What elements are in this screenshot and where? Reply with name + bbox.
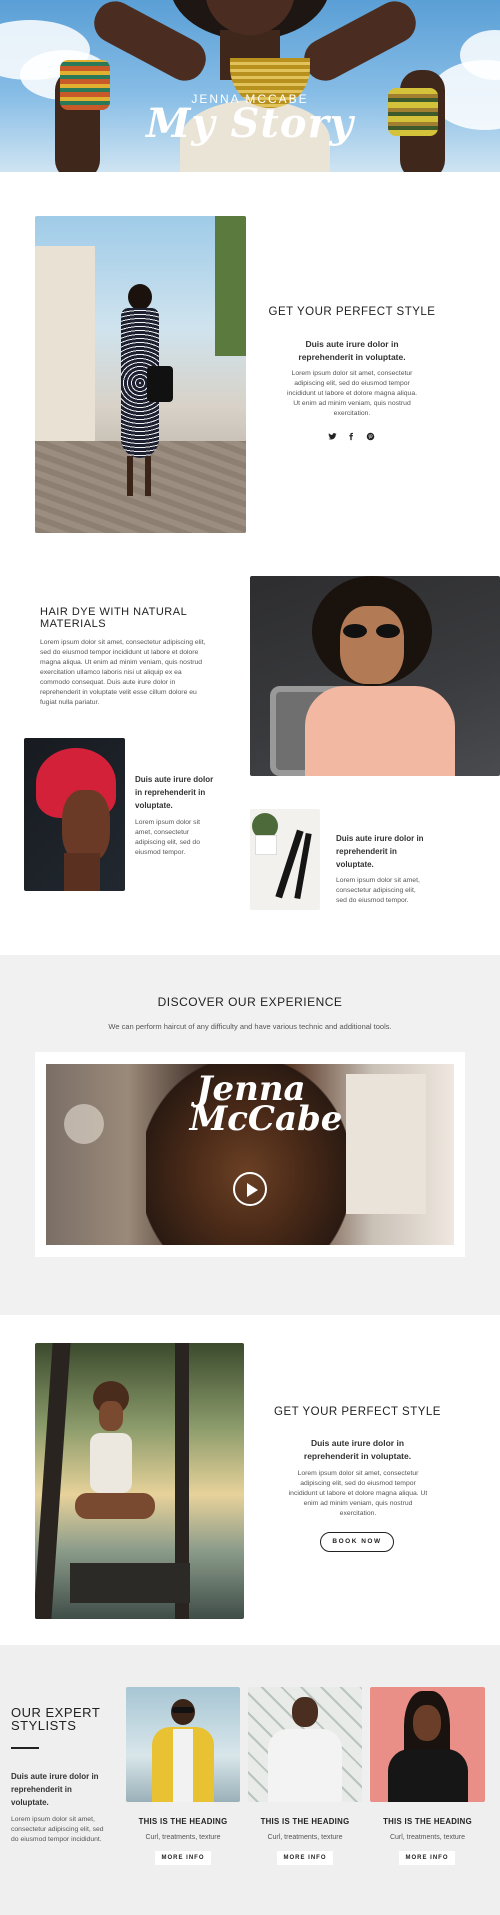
section-body: Lorem ipsum dolor sit amet, consectetur … xyxy=(287,370,417,417)
video-title-line: McCabe xyxy=(189,1099,343,1139)
stylists-lead: Duis aute irure dolor in reprehenderit i… xyxy=(11,1772,99,1807)
window-frame xyxy=(35,1343,71,1619)
stylist-specialties: Curl, treatments, texture xyxy=(267,1834,343,1841)
card-lead: Duis aute irure dolor in reprehenderit i… xyxy=(135,775,214,810)
stylist-specialties: Curl, treatments, texture xyxy=(145,1834,221,1841)
figure-neck xyxy=(64,853,100,891)
hero-title: My Story xyxy=(146,100,354,147)
figure-shirt xyxy=(173,1729,193,1802)
salon-light xyxy=(64,1104,104,1144)
stylist-heading: THIS IS THE HEADING xyxy=(138,1817,228,1826)
smiling-woman-photo xyxy=(250,576,500,776)
figure-face xyxy=(413,1705,441,1741)
figure-face xyxy=(62,790,110,862)
figure-leg xyxy=(145,456,151,496)
stylist-heading: THIS IS THE HEADING xyxy=(383,1817,472,1826)
play-icon[interactable] xyxy=(233,1172,267,1206)
more-info-button[interactable]: MORE INFO xyxy=(277,1851,333,1865)
figure-sweater xyxy=(305,686,455,776)
hero-banner: JENNA MCCABE My Story xyxy=(0,0,500,172)
woman-street-photo xyxy=(35,216,246,533)
section-heading: GET YOUR PERFECT STYLE xyxy=(274,1406,441,1418)
twitter-icon[interactable] xyxy=(325,431,339,445)
discover-heading: DISCOVER OUR EXPERIENCE xyxy=(157,995,343,1009)
video-title: Jenna McCabe xyxy=(146,1072,356,1139)
tree xyxy=(215,216,246,356)
pinterest-icon[interactable] xyxy=(363,431,377,445)
figure-tshirt xyxy=(388,1749,468,1802)
stylists-body: Lorem ipsum dolor sit amet, consectetur … xyxy=(11,1816,104,1843)
video-player[interactable]: Jenna McCabe xyxy=(46,1064,454,1245)
divider xyxy=(11,1747,39,1749)
salon-mirror xyxy=(346,1074,426,1214)
plant-pot xyxy=(255,835,277,855)
woman-window-photo xyxy=(35,1343,244,1619)
figure-leg xyxy=(127,456,133,496)
book-now-button[interactable]: BOOK NOW xyxy=(320,1532,394,1552)
section-heading: GET YOUR PERFECT STYLE xyxy=(268,306,436,318)
more-info-button[interactable]: MORE INFO xyxy=(399,1851,455,1865)
sunglasses xyxy=(376,624,400,638)
stylist-specialties: Curl, treatments, texture xyxy=(389,1834,466,1841)
sunglasses xyxy=(172,1707,194,1713)
figure-face xyxy=(292,1697,318,1727)
stylists-heading: OUR EXPERT STYLISTS xyxy=(11,1705,101,1733)
more-info-button[interactable]: MORE INFO xyxy=(155,1851,211,1865)
section-lead: Duis aute irure dolor in reprehenderit i… xyxy=(298,339,406,362)
handbag xyxy=(147,366,173,402)
section-lead: Duis aute irure dolor in reprehenderit i… xyxy=(303,1438,412,1461)
figure-legs xyxy=(75,1493,155,1519)
section-body: Lorem ipsum dolor sit amet, consectetur … xyxy=(288,1470,428,1517)
figure-head xyxy=(128,284,152,310)
section-heading: HAIR DYE WITH NATURAL MATERIALS xyxy=(40,606,187,630)
stylist-heading: THIS IS THE HEADING xyxy=(260,1817,350,1826)
building xyxy=(35,246,95,446)
card-body: Lorem ipsum dolor sit amet, consectetur … xyxy=(336,877,420,904)
vehicle-step xyxy=(70,1563,190,1603)
section-body: Lorem ipsum dolor sit amet, consectetur … xyxy=(40,639,206,706)
sunglasses xyxy=(343,624,367,638)
card-body: Lorem ipsum dolor sit amet, consectetur … xyxy=(135,819,200,856)
stylist-photo xyxy=(370,1687,485,1802)
hair-tools-photo xyxy=(250,809,320,910)
figure-face xyxy=(340,606,404,684)
figure-top xyxy=(90,1433,132,1493)
card-lead: Duis aute irure dolor in reprehenderit i… xyxy=(336,834,424,869)
figure-tshirt xyxy=(268,1729,342,1802)
figure-face xyxy=(99,1401,123,1431)
red-hair-woman-photo xyxy=(24,738,125,891)
stylist-photo xyxy=(248,1687,362,1802)
stylist-photo xyxy=(126,1687,240,1802)
facebook-icon[interactable] xyxy=(344,431,358,445)
discover-subheading: We can perform haircut of any difficulty… xyxy=(108,1022,392,1031)
